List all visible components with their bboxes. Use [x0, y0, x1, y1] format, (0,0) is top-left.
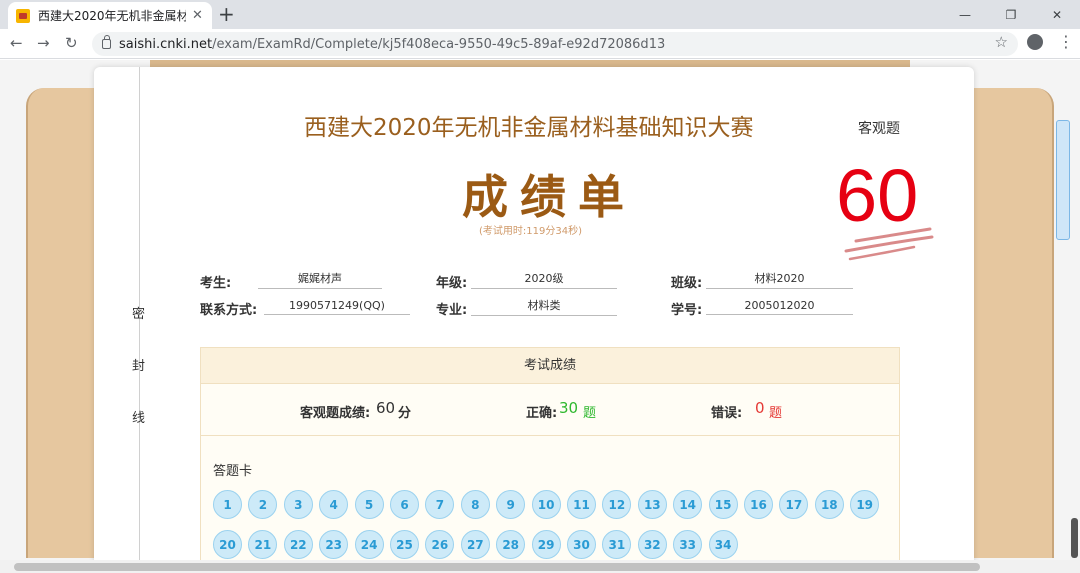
- question-33-button[interactable]: 33: [673, 530, 703, 559]
- major-label: 专业:: [436, 303, 468, 318]
- question-11-button[interactable]: 11: [567, 490, 596, 519]
- question-14-button[interactable]: 14: [673, 490, 703, 519]
- result-panel: 考试成绩 客观题成绩: 60 分 正确: 30 题 错误: 0 题 答题卡 12…: [200, 347, 900, 560]
- new-tab-button[interactable]: +: [218, 4, 235, 24]
- page-title: 西建大2020年无机非金属材料基础知识大赛: [304, 115, 754, 141]
- question-22-button[interactable]: 22: [283, 530, 313, 559]
- question-34-button[interactable]: 34: [708, 530, 738, 559]
- question-27-button[interactable]: 27: [460, 530, 490, 559]
- class-value: 材料2020: [706, 270, 853, 289]
- question-7-button[interactable]: 7: [425, 490, 455, 519]
- question-12-button[interactable]: 12: [602, 490, 632, 519]
- wrong-count: 0: [755, 399, 765, 417]
- minimize-window-icon[interactable]: —: [942, 0, 988, 29]
- question-1-button[interactable]: 1: [213, 490, 242, 519]
- lock-icon: [102, 35, 111, 49]
- restore-window-icon[interactable]: ❐: [988, 0, 1034, 29]
- browser-toolbar: ← → ↻ saishi.cnki.net /exam/ExamRd/Compl…: [0, 29, 1080, 59]
- question-24-button[interactable]: 24: [354, 530, 384, 559]
- question-4-button[interactable]: 4: [319, 490, 349, 519]
- envelope-right-flap: [962, 88, 1054, 558]
- id-label: 学号:: [671, 303, 703, 318]
- question-29-button[interactable]: 29: [531, 530, 561, 559]
- result-heading: 考试成绩: [201, 348, 899, 384]
- question-30-button[interactable]: 30: [567, 530, 596, 559]
- objective-label: 客观题: [858, 121, 900, 137]
- close-tab-icon[interactable]: ✕: [192, 8, 203, 23]
- question-3-button[interactable]: 3: [283, 490, 313, 519]
- contact-value: 1990571249(QQ): [264, 299, 410, 315]
- forward-arrow-icon[interactable]: →: [37, 34, 50, 52]
- question-15-button[interactable]: 15: [708, 490, 738, 519]
- score-sheet: 密 封 线 西建大2020年无机非金属材料基础知识大赛 成绩单 (考试用时:11…: [94, 67, 974, 560]
- score-value: 60: [836, 154, 919, 237]
- question-18-button[interactable]: 18: [814, 490, 844, 519]
- kebab-menu-icon[interactable]: ⋮: [1058, 32, 1074, 51]
- question-8-button[interactable]: 8: [460, 490, 490, 519]
- site-favicon-icon: [16, 8, 30, 23]
- id-value: 2005012020: [706, 299, 853, 315]
- score-underline-mark: [844, 227, 934, 261]
- question-21-button[interactable]: 21: [248, 530, 278, 559]
- question-17-button[interactable]: 17: [779, 490, 809, 519]
- objective-score-value: 60: [376, 399, 396, 417]
- question-9-button[interactable]: 9: [496, 490, 526, 519]
- window-controls: — ❐ ✕: [942, 0, 1080, 29]
- correct-count: 30: [559, 399, 579, 417]
- answer-card-label: 答题卡: [213, 464, 253, 479]
- wrong-label: 错误:: [711, 406, 743, 421]
- question-2-button[interactable]: 2: [248, 490, 278, 519]
- browser-tab[interactable]: 西建大2020年无机非金属材料基础 ✕: [8, 2, 212, 29]
- question-16-button[interactable]: 16: [744, 490, 773, 519]
- question-5-button[interactable]: 5: [354, 490, 384, 519]
- student-label: 考生:: [200, 276, 232, 291]
- question-6-button[interactable]: 6: [390, 490, 419, 519]
- wrong-unit: 题: [769, 406, 783, 421]
- student-value: 娓娓材声: [258, 270, 382, 289]
- grade-value: 2020级: [471, 270, 617, 289]
- question-28-button[interactable]: 28: [496, 530, 526, 559]
- seal-char-feng: 封: [132, 359, 146, 374]
- url-host: saishi.cnki.net: [119, 36, 213, 52]
- objective-score-unit: 分: [398, 406, 412, 421]
- correct-label: 正确:: [526, 406, 558, 421]
- tab-title: 西建大2020年无机非金属材料基础: [38, 9, 186, 23]
- grade-label: 年级:: [436, 276, 468, 291]
- bookmark-star-icon[interactable]: ☆: [995, 33, 1008, 51]
- page-viewport: 密 封 线 西建大2020年无机非金属材料基础知识大赛 成绩单 (考试用时:11…: [0, 60, 1080, 560]
- side-float-widget[interactable]: [1056, 120, 1070, 240]
- close-window-icon[interactable]: ✕: [1034, 0, 1080, 29]
- url-path: /exam/ExamRd/Complete/kj5f408eca-9550-49…: [212, 36, 666, 52]
- contact-label: 联系方式:: [200, 303, 258, 318]
- question-26-button[interactable]: 26: [425, 530, 455, 559]
- profile-icon[interactable]: [1027, 34, 1043, 50]
- question-25-button[interactable]: 25: [390, 530, 419, 559]
- reload-icon[interactable]: ↻: [65, 34, 78, 52]
- report-heading: 成绩单: [462, 170, 636, 224]
- time-used: (考试用时:119分34秒): [479, 226, 582, 237]
- question-10-button[interactable]: 10: [531, 490, 561, 519]
- objective-score-label: 客观题成绩:: [300, 406, 371, 421]
- address-bar[interactable]: saishi.cnki.net /exam/ExamRd/Complete/kj…: [92, 32, 1018, 56]
- question-13-button[interactable]: 13: [637, 490, 667, 519]
- back-arrow-icon[interactable]: ←: [10, 34, 23, 52]
- score-summary-row: 客观题成绩: 60 分 正确: 30 题 错误: 0 题: [201, 384, 899, 436]
- seal-char-xian: 线: [132, 411, 146, 426]
- major-value: 材料类: [471, 297, 617, 316]
- vertical-scrollbar[interactable]: [1071, 518, 1078, 558]
- tab-strip: 西建大2020年无机非金属材料基础 ✕ + — ❐ ✕: [0, 0, 1080, 29]
- correct-unit: 题: [583, 406, 597, 421]
- question-31-button[interactable]: 31: [602, 530, 632, 559]
- question-20-button[interactable]: 20: [213, 530, 242, 559]
- question-23-button[interactable]: 23: [319, 530, 349, 559]
- question-32-button[interactable]: 32: [637, 530, 667, 559]
- horizontal-scrollbar-thumb[interactable]: [14, 563, 980, 571]
- question-19-button[interactable]: 19: [850, 490, 880, 519]
- class-label: 班级:: [671, 276, 703, 291]
- seal-char-mi: 密: [132, 307, 146, 322]
